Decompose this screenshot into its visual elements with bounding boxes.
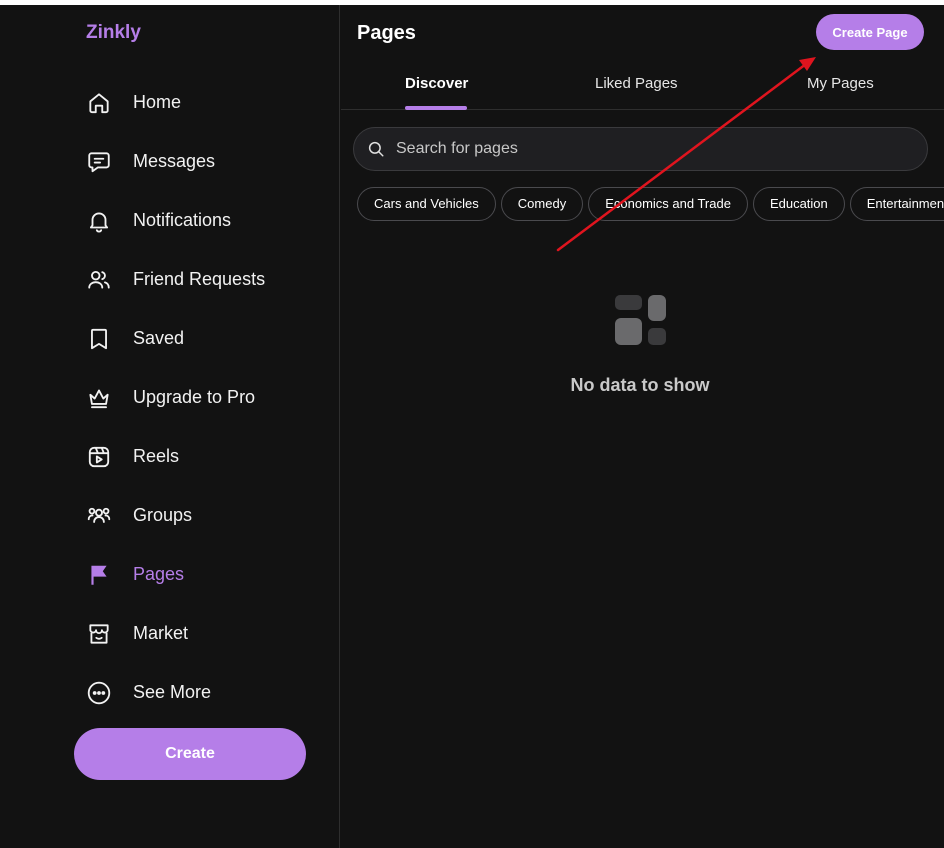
sidebar-item-label: Reels bbox=[133, 446, 180, 466]
sidebar-item-groups[interactable]: Groups bbox=[86, 486, 316, 545]
search-icon bbox=[368, 141, 384, 157]
empty-state-message: No data to show bbox=[570, 375, 710, 395]
message-icon bbox=[86, 149, 112, 175]
reels-icon bbox=[86, 444, 112, 470]
sidebar-item-notifications[interactable]: Notifications bbox=[86, 191, 316, 250]
sidebar-item-label: Groups bbox=[133, 505, 193, 525]
sidebar-item-messages[interactable]: Messages bbox=[86, 132, 316, 191]
store-icon bbox=[86, 621, 112, 647]
active-tab-indicator bbox=[405, 106, 467, 110]
create-page-button[interactable]: Create Page bbox=[816, 14, 924, 50]
bell-icon bbox=[86, 208, 112, 234]
page-title: Pages bbox=[357, 22, 416, 44]
empty-state-icon bbox=[615, 295, 666, 345]
tab-liked-pages[interactable]: Liked Pages bbox=[595, 75, 678, 92]
sidebar-item-saved[interactable]: Saved bbox=[86, 309, 316, 368]
group-icon bbox=[86, 503, 112, 529]
category-chip[interactable]: Education bbox=[752, 187, 845, 221]
users-icon bbox=[86, 267, 112, 293]
sidebar-item-reels[interactable]: Reels bbox=[86, 427, 316, 486]
sidebar-item-label: Pages bbox=[133, 564, 185, 584]
category-chip[interactable]: Entertainment bbox=[849, 187, 944, 221]
create-button[interactable]: Create bbox=[74, 728, 306, 780]
category-chip[interactable]: Economics and Trade bbox=[588, 187, 748, 221]
category-chips: Cars and Vehicles Comedy Economics and Tra… bbox=[357, 187, 944, 223]
brand-logo[interactable]: Zinkly bbox=[86, 22, 141, 44]
sidebar: Zinkly Home Messages Notifications Frien… bbox=[0, 5, 340, 848]
home-icon bbox=[86, 90, 112, 116]
sidebar-item-label: Upgrade to Pro bbox=[133, 387, 256, 407]
search-input[interactable] bbox=[396, 140, 896, 158]
sidebar-item-home[interactable]: Home bbox=[86, 73, 316, 132]
sidebar-item-label: Saved bbox=[133, 328, 185, 348]
sidebar-item-friend-requests[interactable]: Friend Requests bbox=[86, 250, 316, 309]
pages-tabs: Discover Liked Pages My Pages bbox=[341, 57, 944, 110]
sidebar-item-label: Market bbox=[133, 623, 189, 643]
search-bar bbox=[353, 127, 928, 171]
category-chip[interactable]: Comedy bbox=[500, 187, 584, 221]
sidebar-item-label: Home bbox=[133, 92, 182, 112]
flag-icon bbox=[86, 562, 112, 588]
tab-discover[interactable]: Discover bbox=[405, 75, 468, 92]
crown-icon bbox=[86, 385, 112, 411]
bookmark-icon bbox=[86, 326, 112, 352]
sidebar-item-pages[interactable]: Pages bbox=[86, 545, 316, 604]
sidebar-nav: Home Messages Notifications Friend Reque… bbox=[86, 73, 316, 722]
sidebar-item-label: Notifications bbox=[133, 210, 232, 230]
sidebar-item-market[interactable]: Market bbox=[86, 604, 316, 663]
category-chip[interactable]: Cars and Vehicles bbox=[357, 187, 496, 221]
sidebar-item-label: Messages bbox=[133, 151, 216, 171]
sidebar-item-see-more[interactable]: See More bbox=[86, 663, 316, 722]
sidebar-item-label: Friend Requests bbox=[133, 269, 266, 289]
sidebar-item-label: See More bbox=[133, 682, 212, 702]
more-icon bbox=[86, 680, 112, 706]
pages-main: Pages Create Page Discover Liked Pages M… bbox=[341, 5, 944, 848]
tab-my-pages[interactable]: My Pages bbox=[807, 75, 874, 92]
sidebar-item-upgrade[interactable]: Upgrade to Pro bbox=[86, 368, 316, 427]
